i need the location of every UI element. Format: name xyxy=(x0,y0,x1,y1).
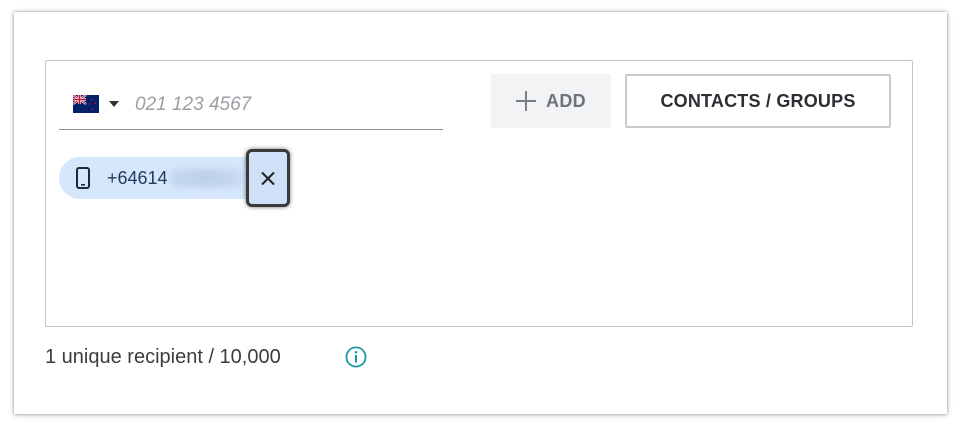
contacts-groups-label: CONTACTS / GROUPS xyxy=(660,90,856,111)
contacts-groups-button[interactable]: CONTACTS / GROUPS xyxy=(625,74,891,128)
add-button-label: ADD xyxy=(546,90,586,111)
new-zealand-flag-icon[interactable] xyxy=(73,95,99,113)
phone-entry-row xyxy=(59,82,443,130)
info-icon[interactable] xyxy=(345,346,367,368)
recipient-count-summary: 1 unique recipient / 10,000 xyxy=(45,346,281,368)
plus-icon xyxy=(516,91,537,111)
recipient-number: +64614 xyxy=(107,168,168,188)
close-icon xyxy=(262,172,275,185)
phone-number-input[interactable] xyxy=(135,90,435,120)
add-recipient-button[interactable]: ADD xyxy=(491,74,611,128)
country-dropdown-caret-icon[interactable] xyxy=(109,101,119,107)
remove-recipient-button[interactable] xyxy=(246,149,290,207)
mobile-phone-icon xyxy=(76,167,90,189)
obscured-number-part xyxy=(171,169,243,187)
